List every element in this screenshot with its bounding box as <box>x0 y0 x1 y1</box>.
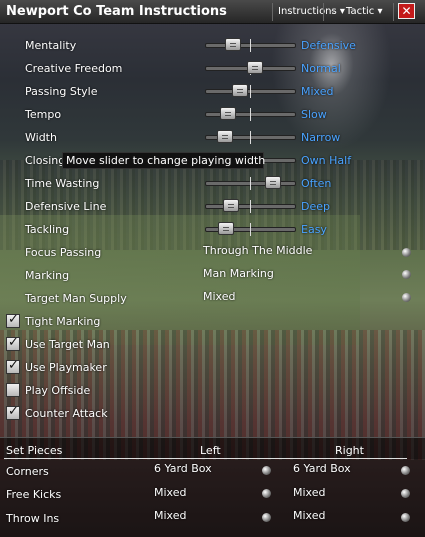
toolbar-divider <box>323 3 324 21</box>
dropdown-arrow-icon[interactable] <box>262 489 271 498</box>
use-target-man-checkbox[interactable]: ✓ <box>6 335 20 351</box>
slider-thumb[interactable] <box>247 61 263 74</box>
dropdown-arrow-icon[interactable] <box>401 513 410 522</box>
dropdown-arrow-icon[interactable] <box>401 489 410 498</box>
team-instructions-panel: Newport Co Team Instructions Instruction… <box>0 0 425 537</box>
slider-label: Time Wasting <box>25 177 100 190</box>
checkbox-label: Play Offside <box>25 384 91 397</box>
slider-label: Tackling <box>25 223 70 236</box>
throw-ins-right-select[interactable]: Mixed <box>293 509 325 522</box>
passing-style-slider[interactable] <box>205 84 296 98</box>
slider-thumb[interactable] <box>225 38 241 51</box>
slider-label: Mentality <box>25 39 77 52</box>
set-pieces-title: Set Pieces <box>6 444 63 457</box>
tempo-slider[interactable] <box>205 107 296 121</box>
checkbox-label: Use Target Man <box>25 338 110 351</box>
mentality-slider[interactable] <box>205 38 296 52</box>
slider-value: Normal <box>301 62 341 75</box>
toolbar-divider <box>272 3 273 21</box>
set-piece-label: Corners <box>6 465 49 478</box>
right-column-header: Right <box>335 444 364 457</box>
checkbox-label: Tight Marking <box>25 315 101 328</box>
tactic-icon: ⁘ <box>329 7 337 17</box>
checkmark-icon: ✓ <box>8 312 19 327</box>
slider-label: Tempo <box>25 108 62 121</box>
throw-ins-left-select[interactable]: Mixed <box>154 509 186 522</box>
slider-value: Mixed <box>301 85 334 98</box>
play-offside-checkbox[interactable]: ✓ <box>6 383 20 397</box>
slider-label: Width <box>25 131 57 144</box>
marking-select[interactable]: Man Marking <box>203 267 274 280</box>
dropdown-arrow-icon[interactable] <box>262 513 271 522</box>
slider-value: Narrow <box>301 131 341 144</box>
free-kicks-left-select[interactable]: Mixed <box>154 486 186 499</box>
tactic-menu-button[interactable]: Tactic ▾ <box>346 3 382 21</box>
creative-freedom-slider[interactable] <box>205 61 296 75</box>
counter-attack-checkbox[interactable]: ✓ <box>6 404 20 420</box>
dropdown-arrow-icon[interactable] <box>401 466 410 475</box>
toolbar-divider <box>393 3 394 21</box>
dropdown-label: Focus Passing <box>25 246 102 259</box>
slider-value: Deep <box>301 200 330 213</box>
target-man-supply-select[interactable]: Mixed <box>203 290 235 303</box>
time-wasting-slider[interactable] <box>205 176 296 190</box>
checkmark-icon: ✓ <box>8 335 19 350</box>
slider-value: Own Half <box>301 154 352 167</box>
slider-thumb[interactable] <box>223 199 239 212</box>
checkbox-label: Counter Attack <box>25 407 108 420</box>
slider-thumb[interactable] <box>217 130 233 143</box>
checkbox-label: Use Playmaker <box>25 361 107 374</box>
slider-value: Slow <box>301 108 327 121</box>
slider-thumb[interactable] <box>220 107 236 120</box>
set-piece-label: Free Kicks <box>6 488 62 501</box>
set-pieces-divider <box>4 458 407 459</box>
slider-tooltip: Move slider to change playing width <box>62 152 265 169</box>
slider-value: Easy <box>301 223 327 236</box>
checkmark-icon: ✓ <box>8 404 19 419</box>
slider-label: Creative Freedom <box>25 62 123 75</box>
focus-passing-select[interactable]: Through The Middle <box>203 244 312 257</box>
slider-thumb[interactable] <box>265 176 281 189</box>
slider-thumb[interactable] <box>218 222 234 235</box>
corners-left-select[interactable]: 6 Yard Box <box>154 462 212 475</box>
slider-value: Often <box>301 177 332 190</box>
slider-value: Defensive <box>301 39 356 52</box>
slider-thumb[interactable] <box>232 84 248 97</box>
window-title: Newport Co Team Instructions <box>6 4 227 19</box>
corners-right-select[interactable]: 6 Yard Box <box>293 462 351 475</box>
dropdown-arrow-icon[interactable] <box>402 293 411 302</box>
slider-label: Defensive Line <box>25 200 107 213</box>
dropdown-label: Target Man Supply <box>25 292 127 305</box>
dropdown-arrow-icon[interactable] <box>402 248 411 257</box>
slider-label: Passing Style <box>25 85 98 98</box>
title-bar: Newport Co Team Instructions Instruction… <box>0 0 425 24</box>
use-playmaker-checkbox[interactable]: ✓ <box>6 358 20 374</box>
width-slider[interactable] <box>205 130 296 144</box>
close-button[interactable]: ✕ <box>398 3 415 19</box>
free-kicks-right-select[interactable]: Mixed <box>293 486 325 499</box>
set-piece-label: Throw Ins <box>6 512 60 525</box>
defensive-line-slider[interactable] <box>205 199 296 213</box>
tight-marking-checkbox[interactable]: ✓ <box>6 312 20 328</box>
tackling-slider[interactable] <box>205 222 296 236</box>
left-column-header: Left <box>200 444 221 457</box>
dropdown-arrow-icon[interactable] <box>402 270 411 279</box>
checkmark-icon: ✓ <box>8 358 19 373</box>
dropdown-label: Marking <box>25 269 70 282</box>
set-pieces-body <box>0 459 425 537</box>
dropdown-arrow-icon[interactable] <box>262 466 271 475</box>
